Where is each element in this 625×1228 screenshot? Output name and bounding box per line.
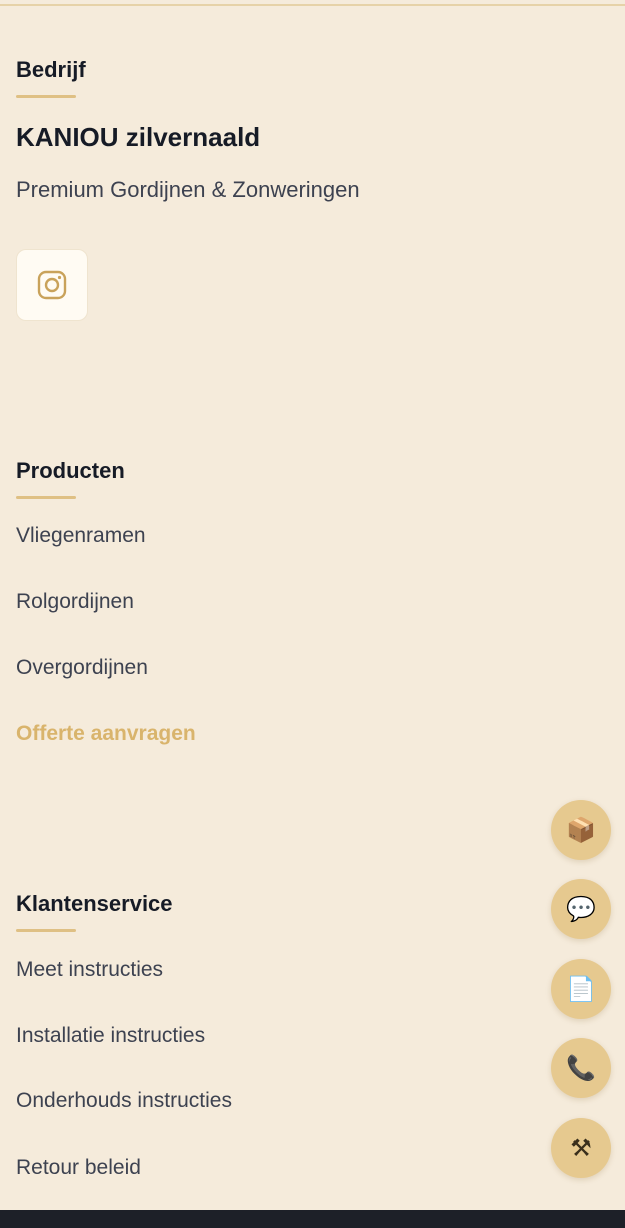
- company-heading-underline: [16, 95, 76, 98]
- service-link-installatie[interactable]: Installatie instructies: [16, 1024, 205, 1048]
- instagram-link[interactable]: [16, 249, 88, 321]
- tools-icon: ⚒: [570, 1134, 592, 1162]
- chat-icon: 💬: [566, 895, 596, 923]
- service-link-onderhoud[interactable]: Onderhouds instructies: [16, 1089, 232, 1113]
- products-heading: Producten: [16, 458, 125, 483]
- phone-icon: 📞: [566, 1054, 596, 1082]
- top-divider: [0, 4, 625, 6]
- company-heading: Bedrijf: [16, 57, 86, 82]
- service-section: Klantenservice: [16, 891, 173, 932]
- company-name: KANIOU zilvernaald: [16, 122, 261, 152]
- package-button[interactable]: 📦: [551, 800, 611, 860]
- footer-bottom-bar: [0, 1210, 625, 1228]
- service-heading-underline: [16, 929, 76, 932]
- service-heading: Klantenservice: [16, 891, 173, 916]
- phone-button[interactable]: 📞: [551, 1038, 611, 1098]
- quote-request-link[interactable]: Offerte aanvragen: [16, 722, 196, 746]
- products-heading-underline: [16, 496, 76, 499]
- instagram-icon: [37, 270, 67, 300]
- product-link-overgordijnen[interactable]: Overgordijnen: [16, 656, 148, 680]
- service-link-meet[interactable]: Meet instructies: [16, 958, 163, 982]
- company-tagline: Premium Gordijnen & Zonweringen: [16, 177, 360, 202]
- products-section: Producten: [16, 458, 125, 499]
- document-icon: 📄: [566, 975, 596, 1003]
- chat-button[interactable]: 💬: [551, 879, 611, 939]
- package-icon: 📦: [566, 816, 596, 844]
- service-link-retour[interactable]: Retour beleid: [16, 1156, 141, 1180]
- document-button[interactable]: 📄: [551, 959, 611, 1019]
- product-link-rolgordijnen[interactable]: Rolgordijnen: [16, 590, 134, 614]
- product-link-vliegenramen[interactable]: Vliegenramen: [16, 524, 146, 548]
- tools-button[interactable]: ⚒: [551, 1118, 611, 1178]
- company-section: Bedrijf: [16, 57, 86, 98]
